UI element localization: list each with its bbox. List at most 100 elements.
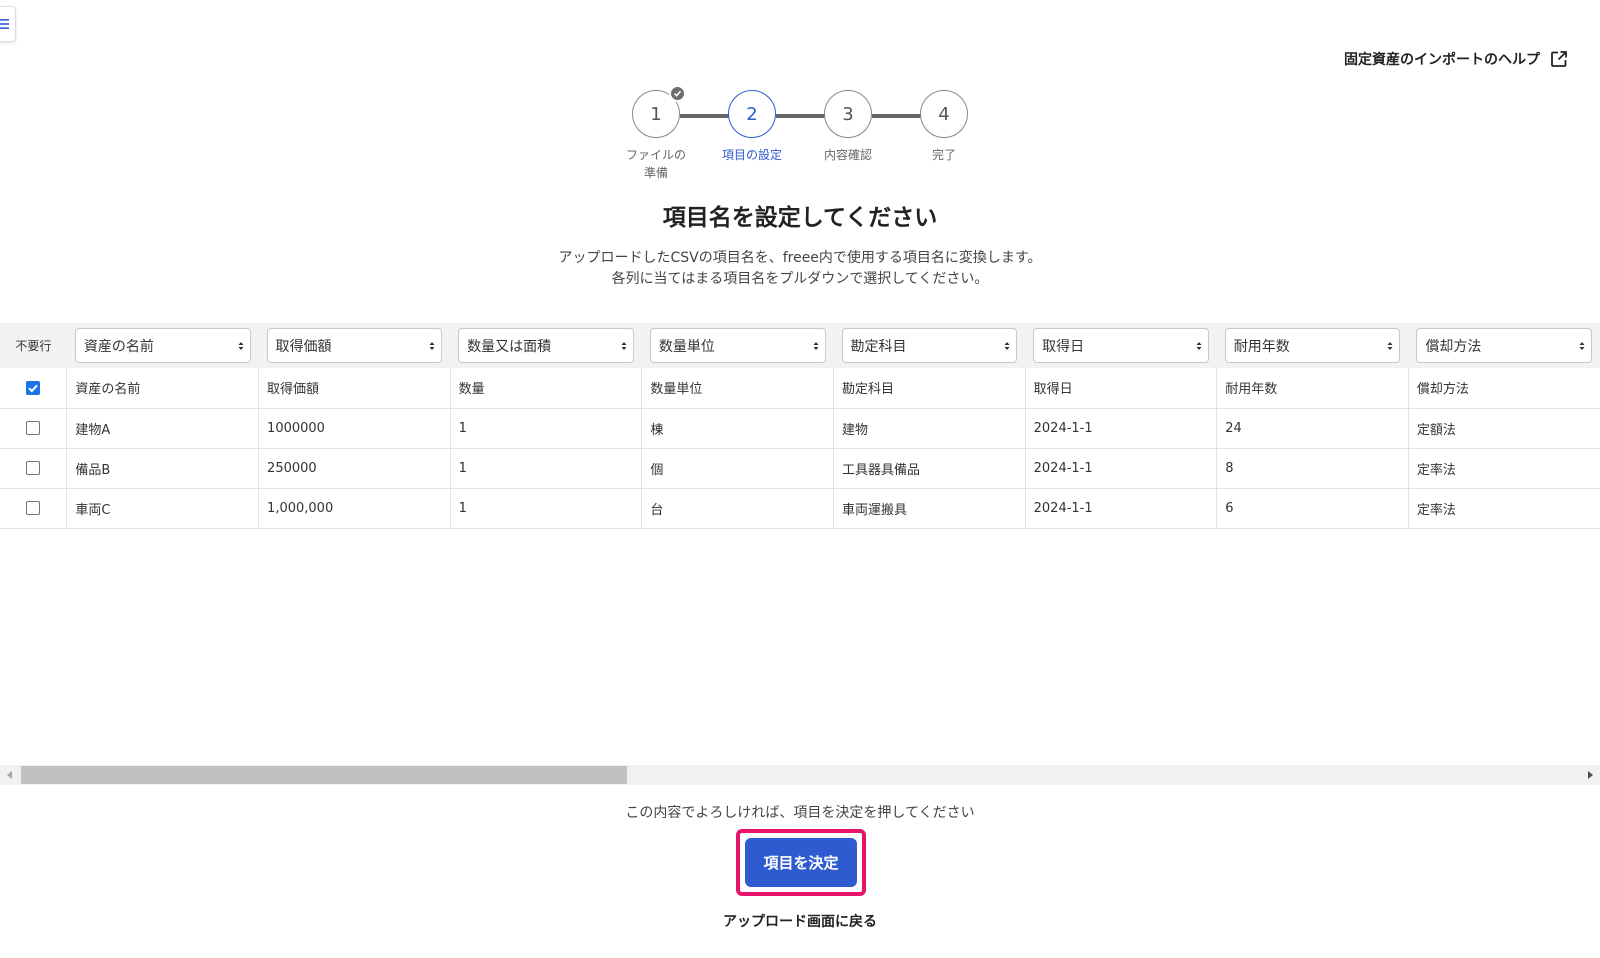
select-arrows-icon bbox=[1387, 341, 1393, 350]
scroll-left-arrow-icon[interactable] bbox=[0, 765, 20, 785]
hamburger-icon bbox=[0, 19, 9, 29]
table-cell: 棟 bbox=[641, 408, 834, 448]
step-label: 完了 bbox=[904, 146, 984, 164]
skip-row-cell bbox=[0, 408, 67, 448]
step-label-line: ファイルの bbox=[625, 148, 686, 162]
skip-row-header: 不要行 bbox=[15, 339, 52, 353]
skip-row-checkbox[interactable] bbox=[26, 501, 41, 515]
page-description: アップロードしたCSVの項目名を、freee内で使用する項目名に変換します。 各… bbox=[0, 248, 1600, 290]
decide-button[interactable]: 項目を決定 bbox=[745, 838, 857, 887]
step-4: 4 完了 bbox=[904, 90, 984, 164]
table-cell: 1000000 bbox=[258, 408, 451, 448]
column-select[interactable]: 耐用年数 bbox=[1224, 328, 1401, 363]
table-cell: 耐用年数 bbox=[1216, 368, 1409, 408]
table-cell: 備品B bbox=[66, 448, 259, 488]
select-value: 取得日 bbox=[1042, 338, 1085, 355]
step-label: 項目の設定 bbox=[712, 146, 792, 164]
table-cell: 定額法 bbox=[1407, 408, 1600, 448]
skip-row-cell bbox=[0, 488, 67, 528]
help-link-label: 固定資産のインポートのヘルプ bbox=[1344, 52, 1540, 68]
table-cell: 24 bbox=[1216, 408, 1409, 448]
column-select[interactable]: 取得価額 bbox=[266, 328, 443, 363]
select-arrows-icon bbox=[238, 341, 244, 350]
column-select[interactable]: 取得日 bbox=[1033, 328, 1209, 363]
table-cell: 取得日 bbox=[1024, 368, 1217, 408]
table-cell: 1 bbox=[449, 488, 642, 528]
select-value: 償却方法 bbox=[1425, 338, 1482, 355]
table-cell: 1 bbox=[449, 408, 642, 448]
skip-row-cell bbox=[0, 368, 67, 408]
select-arrows-icon bbox=[1004, 341, 1010, 350]
table-cell: 取得価額 bbox=[258, 368, 451, 408]
table-row: 資産の名前 取得価額 数量 数量単位 勘定科目 取得日 耐用年数 償却方法 bbox=[0, 368, 1600, 408]
table-cell: 建物 bbox=[833, 408, 1026, 448]
table-cell: 6 bbox=[1216, 488, 1409, 528]
select-arrows-icon bbox=[1196, 341, 1202, 350]
skip-row-checkbox[interactable] bbox=[26, 421, 41, 435]
table-cell: 1 bbox=[449, 448, 642, 488]
table-cell: 2024-1-1 bbox=[1024, 448, 1217, 488]
external-link-icon bbox=[1551, 51, 1567, 67]
column-mapping-row: 不要行 資産の名前 取得価額 数量又は面積 数量単位 勘定科目 取得日 耐用年数… bbox=[0, 323, 1600, 368]
table-cell: 1,000,000 bbox=[258, 488, 451, 528]
scrollbar-thumb[interactable] bbox=[21, 766, 627, 784]
table-cell: 台 bbox=[641, 488, 834, 528]
menu-toggle-button[interactable] bbox=[0, 6, 16, 42]
import-help-link[interactable]: 固定資産のインポートのヘルプ bbox=[1344, 49, 1568, 69]
step-number: 3 bbox=[842, 103, 854, 125]
description-line-1: アップロードしたCSVの項目名を、freee内で使用する項目名に変換します。 bbox=[558, 250, 1042, 266]
step-circle: 2 bbox=[728, 90, 776, 138]
table-cell: 2024-1-1 bbox=[1024, 408, 1217, 448]
page-title: 項目名を設定してください bbox=[662, 205, 938, 231]
table-cell: 定率法 bbox=[1407, 488, 1600, 528]
select-value: 数量単位 bbox=[658, 338, 715, 355]
skip-row-checkbox[interactable] bbox=[26, 461, 41, 475]
table-cell: 建物A bbox=[66, 408, 259, 448]
select-value: 勘定科目 bbox=[850, 338, 907, 355]
step-number: 4 bbox=[938, 103, 950, 125]
step-1: 1 ファイルの 準備 bbox=[616, 85, 696, 182]
table-cell: 数量単位 bbox=[641, 368, 834, 408]
column-select[interactable]: 数量単位 bbox=[649, 328, 826, 363]
step-3: 3 内容確認 bbox=[808, 90, 888, 164]
table-row: 備品B 250000 1 個 工具器具備品 2024-1-1 8 定率法 bbox=[0, 448, 1600, 488]
column-select[interactable]: 資産の名前 bbox=[74, 328, 251, 363]
select-value: 資産の名前 bbox=[83, 338, 154, 355]
horizontal-scrollbar[interactable] bbox=[0, 765, 1600, 785]
step-circle: 1 bbox=[632, 85, 686, 138]
table-cell: 2024-1-1 bbox=[1024, 488, 1217, 528]
table-cell: 数量 bbox=[449, 368, 642, 408]
table-cell: 車両C bbox=[66, 488, 259, 528]
back-to-upload-row: アップロード画面に戻る bbox=[0, 911, 1600, 931]
skip-row-checkbox[interactable] bbox=[26, 380, 41, 395]
step-number: 1 bbox=[650, 103, 662, 125]
progress-stepper: 1 ファイルの 準備 2 項目の設定 3 内容確認 4 完了 bbox=[0, 85, 1600, 185]
select-arrows-icon bbox=[1579, 341, 1585, 350]
step-label-line: 項目の設定 bbox=[721, 148, 782, 162]
description-line-2: 各列に当てはまる項目名をプルダウンで選択してください。 bbox=[611, 271, 989, 287]
column-select[interactable]: 勘定科目 bbox=[841, 328, 1018, 363]
table-cell: 工具器具備品 bbox=[833, 448, 1026, 488]
select-value: 取得価額 bbox=[275, 338, 332, 355]
select-value: 耐用年数 bbox=[1233, 338, 1290, 355]
column-select[interactable]: 数量又は面積 bbox=[458, 328, 634, 363]
table-cell: 勘定科目 bbox=[833, 368, 1026, 408]
select-arrows-icon bbox=[621, 341, 627, 350]
check-icon bbox=[669, 85, 686, 102]
column-select[interactable]: 償却方法 bbox=[1416, 328, 1592, 363]
table-cell: 資産の名前 bbox=[66, 368, 259, 408]
checkmark-icon bbox=[28, 384, 38, 393]
scroll-right-arrow-icon[interactable] bbox=[1580, 765, 1600, 785]
step-number: 2 bbox=[746, 103, 758, 125]
table-cell: 8 bbox=[1216, 448, 1409, 488]
table-cell: 償却方法 bbox=[1407, 368, 1600, 408]
skip-row-cell bbox=[0, 448, 67, 488]
back-to-upload-link[interactable]: アップロード画面に戻る bbox=[723, 914, 877, 930]
select-arrows-icon bbox=[429, 341, 435, 350]
select-arrows-icon bbox=[813, 341, 819, 350]
step-label: 内容確認 bbox=[808, 146, 888, 164]
step-label-line: 準備 bbox=[643, 166, 668, 180]
step-label-line: 完了 bbox=[931, 148, 956, 162]
table-cell: 個 bbox=[641, 448, 834, 488]
mapping-table-container: 不要行 資産の名前 取得価額 数量又は面積 数量単位 勘定科目 取得日 耐用年数… bbox=[0, 323, 1600, 783]
